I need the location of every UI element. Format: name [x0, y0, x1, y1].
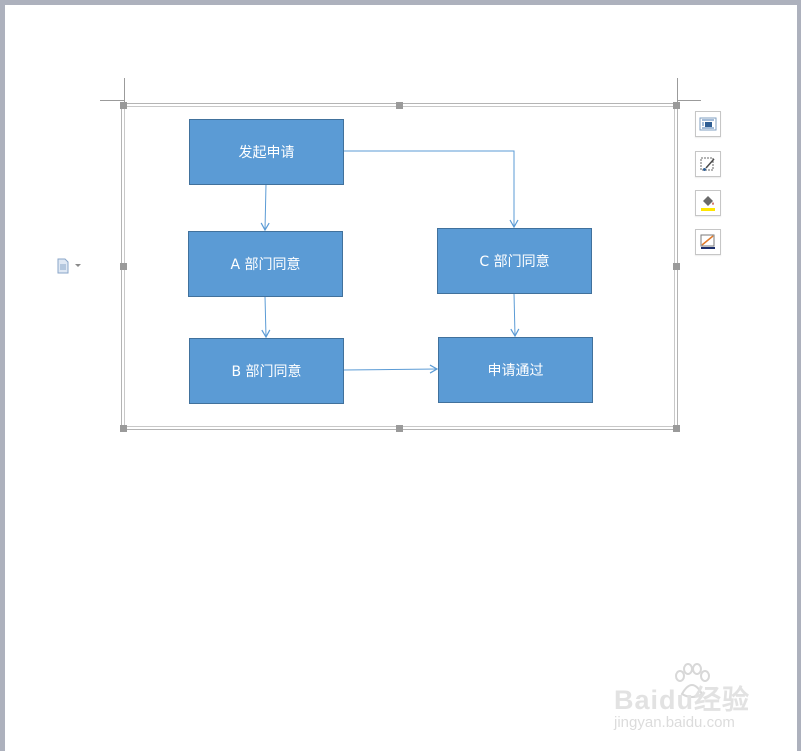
flow-node-dept-b-label: B 部门同意 [231, 364, 302, 380]
margin-mark-top-right-h [677, 100, 701, 101]
paste-options-button[interactable] [56, 258, 86, 274]
margin-mark-top-left-h [100, 100, 124, 101]
flow-node-approved-label: 申请通过 [487, 363, 544, 379]
resize-handle-middle-right[interactable] [673, 263, 680, 270]
watermark: Baidu经验 jingyan.baidu.com [612, 660, 762, 740]
flow-node-dept-b[interactable]: B 部门同意 [189, 338, 344, 404]
resize-handle-top-left[interactable] [120, 102, 127, 109]
flow-node-dept-a[interactable]: A 部门同意 [188, 231, 343, 297]
resize-handle-middle-left[interactable] [120, 263, 127, 270]
margin-mark-top-right-v [677, 78, 678, 102]
layout-options-button[interactable] [695, 111, 721, 137]
shape-outline-button[interactable] [695, 151, 721, 177]
watermark-url: jingyan.baidu.com [614, 714, 735, 731]
flow-node-start-label: 发起申请 [238, 145, 295, 161]
resize-handle-bottom-middle[interactable] [396, 425, 403, 432]
line-style-icon [700, 234, 715, 249]
layout-options-icon [699, 117, 717, 131]
flow-node-approved[interactable]: 申请通过 [438, 337, 593, 403]
flow-node-dept-c-label: C 部门同意 [479, 254, 550, 270]
line-style-button[interactable] [695, 229, 721, 255]
watermark-brand: Baidu经验 [614, 685, 751, 715]
resize-handle-top-middle[interactable] [396, 102, 403, 109]
resize-handle-bottom-right[interactable] [673, 425, 680, 432]
shape-outline-icon [700, 157, 715, 171]
resize-handle-bottom-left[interactable] [120, 425, 127, 432]
flow-node-dept-c[interactable]: C 部门同意 [437, 228, 592, 294]
margin-mark-top-left-v [124, 78, 125, 102]
flow-node-dept-a-label: A 部门同意 [230, 257, 301, 273]
paste-options-icon [57, 258, 69, 274]
shape-fill-button[interactable] [695, 190, 721, 216]
chevron-down-icon [75, 264, 81, 267]
resize-handle-top-right[interactable] [673, 102, 680, 109]
flow-node-start[interactable]: 发起申请 [189, 119, 344, 185]
shape-fill-icon [701, 196, 715, 211]
